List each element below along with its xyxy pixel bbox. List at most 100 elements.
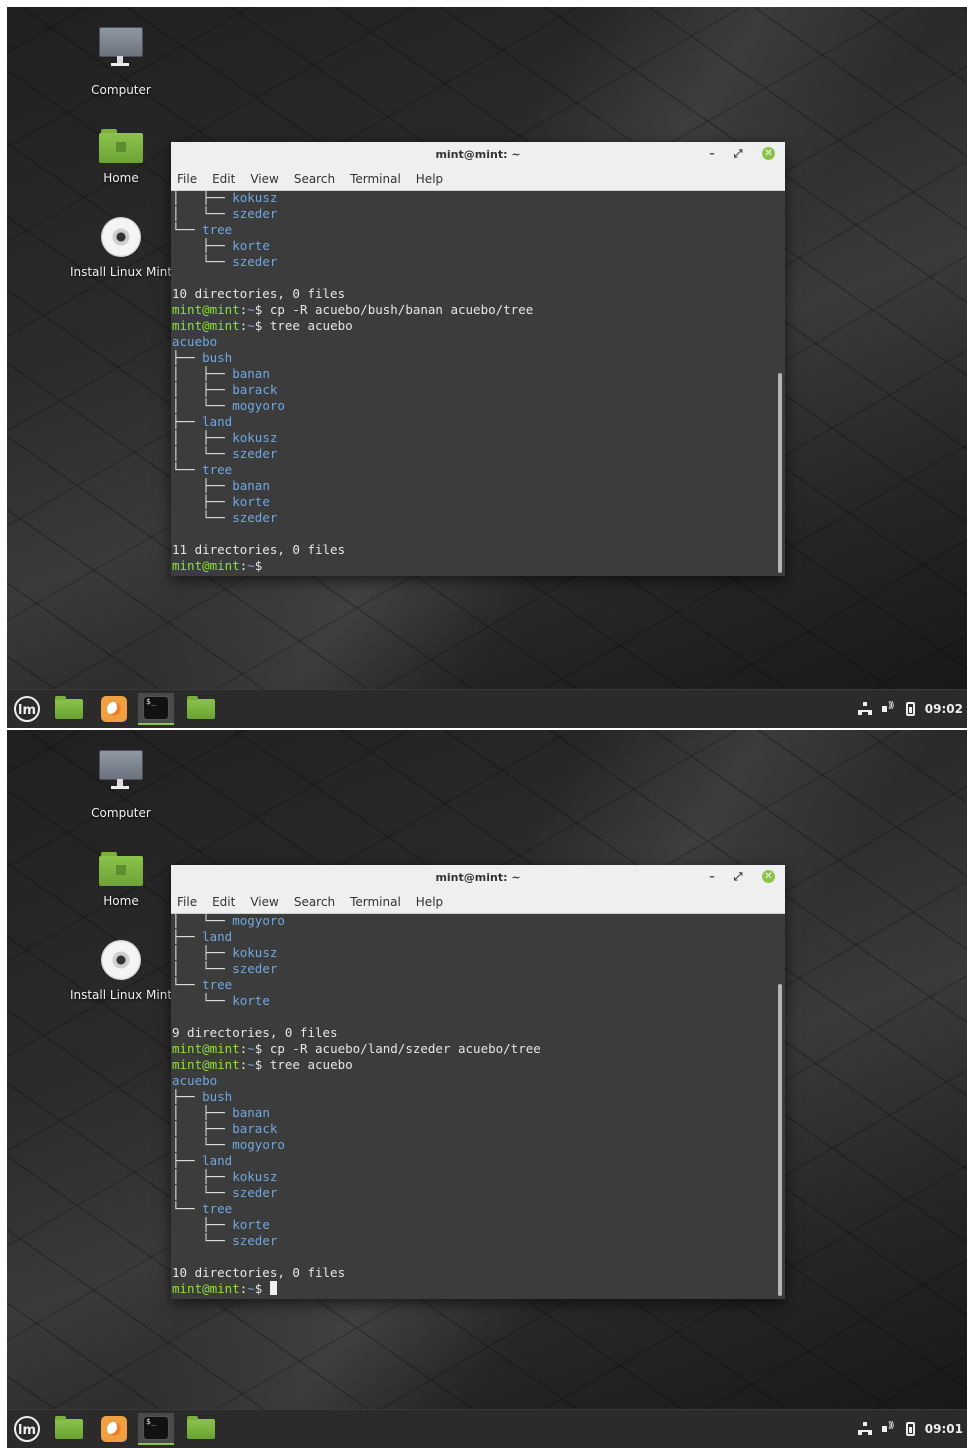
tree-branch: └──: [172, 1201, 203, 1216]
linux-mint-menu-icon: lm: [14, 1416, 40, 1442]
menu-edit[interactable]: Edit: [212, 168, 235, 190]
terminal-window[interactable]: mint@mint: ~ – ⤢ ✕ File Edit View Search…: [171, 142, 785, 576]
clock[interactable]: 09:01: [925, 1422, 963, 1436]
terminal-output[interactable]: │ └── mogyoro ├── land │ ├── kokusz │ └── s…: [171, 914, 785, 1299]
close-icon[interactable]: ✕: [762, 870, 775, 883]
command-text: cp -R acuebo/land/szeder acuebo/tree: [269, 1041, 541, 1056]
show-desktop-launcher[interactable]: [51, 693, 87, 725]
desktop-icon-label: Home: [103, 171, 139, 185]
terminal-line: └── szeder: [172, 254, 775, 270]
directory-name: tree: [202, 977, 233, 992]
window-title: mint@mint: ~: [435, 871, 521, 884]
disc-icon: [101, 217, 141, 257]
menu-file[interactable]: File: [177, 168, 197, 190]
tree-branch: │ └──: [172, 1137, 233, 1152]
directory-name: szeder: [232, 510, 278, 525]
close-icon[interactable]: ✕: [762, 147, 775, 160]
terminal-line: ├── korte: [172, 1217, 775, 1233]
firefox-launcher[interactable]: [96, 693, 132, 725]
menu-button[interactable]: lm: [9, 1413, 45, 1445]
terminal-output[interactable]: │ ├── kokusz │ └── szeder └── tree ├── kor…: [171, 191, 785, 576]
firefox-icon: [101, 696, 127, 722]
menu-help[interactable]: Help: [416, 168, 443, 190]
menu-terminal[interactable]: Terminal: [350, 168, 401, 190]
menu-edit[interactable]: Edit: [212, 891, 235, 913]
desktop-icon-label: Install Linux Mint: [69, 265, 173, 279]
clock[interactable]: 09:02: [925, 702, 963, 716]
directory-name: szeder: [232, 961, 278, 976]
tree-branch: │ ├──: [172, 430, 233, 445]
battery-icon[interactable]: [905, 702, 915, 716]
battery-icon[interactable]: [905, 1422, 915, 1436]
tree-branch: └──: [172, 1233, 233, 1248]
directory-name: korte: [232, 494, 270, 509]
tree-branch: │ ├──: [172, 1169, 233, 1184]
network-icon[interactable]: [857, 1422, 872, 1436]
scrollbar[interactable]: [778, 373, 782, 573]
directory-name: land: [202, 414, 233, 429]
firefox-launcher[interactable]: [96, 1413, 132, 1445]
directory-name: bush: [202, 350, 233, 365]
command-text: cp -R acuebo/bush/banan acuebo/tree: [269, 302, 534, 317]
maximize-icon[interactable]: ⤢: [731, 870, 745, 884]
menu-terminal[interactable]: Terminal: [350, 891, 401, 913]
tree-branch: │ ├──: [172, 945, 233, 960]
desktop-icon-home[interactable]: Home: [66, 123, 176, 185]
terminal-line: │ ├── barack: [172, 382, 775, 398]
desktop-icon-home[interactable]: Home: [66, 846, 176, 908]
desktop-icon-computer[interactable]: Computer: [66, 25, 176, 97]
desktop-icon-label: Computer: [91, 83, 151, 97]
show-desktop-launcher[interactable]: [51, 1413, 87, 1445]
prompt-user: mint@mint: [172, 318, 240, 333]
desktop-icon-install[interactable]: Install Linux Mint: [66, 217, 176, 279]
desktop-icon-computer[interactable]: Computer: [66, 748, 176, 820]
prompt-user: mint@mint: [172, 558, 240, 573]
directory-name: korte: [232, 1217, 270, 1232]
prompt-path: ~: [247, 1057, 255, 1072]
files-icon: [187, 1416, 215, 1439]
tree-branch: │ └──: [172, 914, 233, 928]
menu-button[interactable]: lm: [9, 693, 45, 725]
directory-name: tree: [202, 462, 233, 477]
tree-branch: │ └──: [172, 398, 233, 413]
volume-icon[interactable]: [881, 1421, 896, 1436]
terminal-launcher[interactable]: $_: [138, 693, 174, 725]
files-launcher[interactable]: [183, 693, 219, 725]
menu-view[interactable]: View: [250, 168, 278, 190]
menu-bar: File Edit View Search Terminal Help: [171, 891, 785, 914]
menu-view[interactable]: View: [250, 891, 278, 913]
prompt-dollar: $: [254, 558, 270, 573]
desktop-screenshot-2: Computer Home Install Linux Mint mint@mi…: [7, 730, 967, 1448]
menu-search[interactable]: Search: [294, 168, 335, 190]
desktop-screenshot-1: Computer Home Install Linux Mint mint@mi…: [7, 7, 967, 728]
terminal-line: mint@mint:~$ tree acuebo: [172, 318, 775, 334]
tree-branch: └──: [172, 254, 233, 269]
tree-branch: ├──: [172, 238, 233, 253]
terminal-line: ├── bush: [172, 1089, 775, 1105]
tree-branch: ├──: [172, 929, 203, 944]
computer-icon: [76, 25, 166, 77]
menu-search[interactable]: Search: [294, 891, 335, 913]
terminal-line: │ └── szeder: [172, 1185, 775, 1201]
network-icon[interactable]: [857, 702, 872, 716]
title-bar[interactable]: mint@mint: ~ – ⤢ ✕: [171, 865, 785, 891]
terminal-line: │ ├── kokusz: [172, 191, 775, 206]
terminal-window[interactable]: mint@mint: ~ – ⤢ ✕ File Edit View Search…: [171, 865, 785, 1299]
desktop-icon-install[interactable]: Install Linux Mint: [66, 940, 176, 1002]
volume-icon[interactable]: [881, 701, 896, 716]
maximize-icon[interactable]: ⤢: [731, 147, 745, 161]
minimize-icon[interactable]: –: [705, 147, 719, 161]
files-launcher[interactable]: [183, 1413, 219, 1445]
show-desktop-icon: [55, 696, 83, 719]
directory-name: tree: [202, 1201, 233, 1216]
terminal-line: └── szeder: [172, 510, 775, 526]
minimize-icon[interactable]: –: [705, 870, 719, 884]
title-bar[interactable]: mint@mint: ~ – ⤢ ✕: [171, 142, 785, 168]
scrollbar[interactable]: [778, 984, 782, 1296]
prompt-path: ~: [247, 302, 255, 317]
menu-file[interactable]: File: [177, 891, 197, 913]
directory-name: kokusz: [232, 945, 278, 960]
terminal-line: ├── land: [172, 929, 775, 945]
terminal-launcher[interactable]: $_: [138, 1413, 174, 1445]
menu-help[interactable]: Help: [416, 891, 443, 913]
